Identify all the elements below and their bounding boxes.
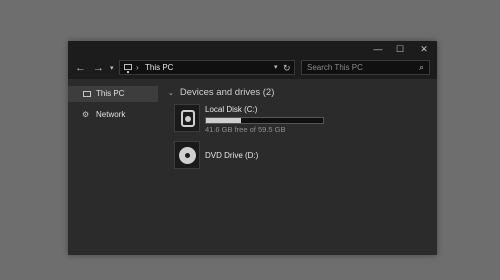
- back-arrow-icon[interactable]: ←: [75, 61, 86, 75]
- navigation-bar: ← → ▾ › This PC ▾ ↻ Search This PC ⌕: [68, 57, 437, 79]
- drive-name: Local Disk (C:): [205, 105, 258, 114]
- group-title: Devices and drives (2): [179, 87, 275, 98]
- group-header-devices[interactable]: ⌄ Devices and drives (2): [168, 87, 274, 100]
- sidebar-item-this-pc[interactable]: This PC: [68, 86, 158, 102]
- chevron-down-icon[interactable]: ⌄: [168, 90, 174, 97]
- breadcrumb-separator: ›: [136, 63, 139, 72]
- drive-free-space: 41.6 GB free of 59.5 GB: [205, 125, 286, 134]
- file-explorer-window: — ☐ ✕ ← → ▾ › This PC ▾ ↻ Search This PC…: [68, 41, 437, 255]
- search-placeholder: Search This PC: [307, 63, 363, 72]
- maximize-button[interactable]: ☐: [388, 43, 412, 55]
- hard-drive-icon-hub: [185, 116, 191, 122]
- address-dropdown-icon[interactable]: ▾: [274, 62, 278, 74]
- network-icon: ⚙: [82, 110, 90, 119]
- title-bar: — ☐ ✕: [68, 41, 437, 57]
- drive-item-c[interactable]: Local Disk (C:) 41.6 GB free of 59.5 GB: [174, 104, 414, 134]
- dvd-drive-icon: [174, 141, 200, 169]
- usage-bar: [205, 117, 324, 124]
- sidebar-item-label: This PC: [96, 89, 125, 98]
- recent-locations-chevron-icon[interactable]: ▾: [110, 62, 114, 76]
- minimize-button[interactable]: —: [366, 43, 390, 55]
- search-icon[interactable]: ⌕: [419, 61, 424, 74]
- sidebar-item-label: Network: [96, 110, 126, 119]
- drive-item-d[interactable]: DVD Drive (D:): [174, 141, 414, 171]
- search-input[interactable]: Search This PC ⌕: [301, 60, 430, 75]
- close-button[interactable]: ✕: [412, 43, 436, 55]
- navigation-pane: This PC ⚙ Network: [68, 79, 158, 255]
- refresh-icon[interactable]: ↻: [283, 62, 291, 74]
- usage-bar-fill: [206, 118, 242, 123]
- monitor-icon: [83, 91, 91, 97]
- hard-drive-icon: [174, 104, 200, 132]
- address-bar[interactable]: › This PC ▾ ↻: [119, 60, 295, 75]
- breadcrumb[interactable]: This PC: [145, 62, 173, 74]
- dvd-disc-hole: [185, 153, 190, 158]
- content-pane: ⌄ Devices and drives (2) Local Disk (C:) …: [162, 79, 437, 255]
- drive-name: DVD Drive (D:): [205, 151, 259, 160]
- sidebar-item-network[interactable]: ⚙ Network: [68, 107, 158, 123]
- forward-arrow-icon[interactable]: →: [93, 61, 104, 75]
- monitor-icon: [124, 64, 132, 73]
